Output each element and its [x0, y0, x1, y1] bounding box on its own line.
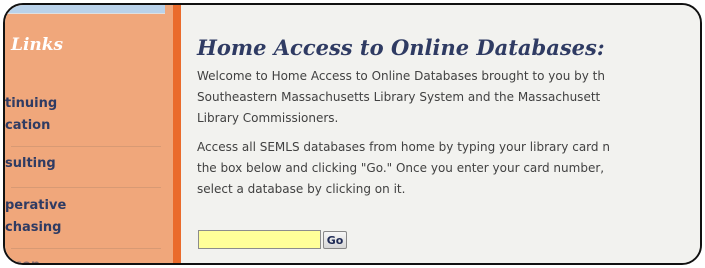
sidebar-item-cooperative-purchasing[interactable]: perative chasing [5, 195, 66, 239]
paragraph-line: the box below and clicking "Go." Once yo… [197, 161, 605, 175]
page-title: Home Access to Online Databases: [197, 35, 605, 60]
paragraph-line: Access all SEMLS databases from home by … [197, 140, 610, 154]
sidebar-accent-bar [173, 5, 181, 263]
instructions-paragraph: Access all SEMLS databases from home by … [197, 137, 700, 200]
browser-frame: Links tinuing cation sulting perative ch… [3, 3, 702, 265]
sidebar-top-bar [5, 5, 165, 14]
sidebar-item-label: tinuing [5, 96, 58, 111]
sidebar-item-label: perative [5, 198, 67, 213]
sidebar-item-label: chasing [5, 220, 62, 235]
sidebar-divider [11, 187, 161, 188]
sidebar-divider [11, 248, 161, 249]
paragraph-line: Library Commissioners. [197, 111, 339, 125]
sidebar-divider [11, 146, 161, 147]
paragraph-line: select a database by clicking on it. [197, 182, 406, 196]
sidebar-item-continuing-education[interactable]: tinuing cation [5, 93, 57, 137]
sidebar: Links tinuing cation sulting perative ch… [5, 5, 173, 263]
sidebar-item-label: ucon [5, 255, 40, 263]
sidebar-item-label: sulting [5, 156, 56, 171]
library-card-input[interactable] [198, 230, 321, 249]
sidebar-item-partial[interactable]: ucon [5, 255, 40, 263]
sidebar-title: Links [11, 35, 64, 55]
main-content: Home Access to Online Databases: Welcome… [181, 5, 700, 263]
go-button[interactable]: Go [323, 231, 347, 249]
paragraph-line: Welcome to Home Access to Online Databas… [197, 69, 605, 83]
sidebar-item-consulting[interactable]: sulting [5, 153, 56, 175]
sidebar-item-label: cation [5, 118, 51, 133]
paragraph-line: Southeastern Massachusetts Library Syste… [197, 90, 601, 104]
welcome-paragraph: Welcome to Home Access to Online Databas… [197, 66, 700, 129]
